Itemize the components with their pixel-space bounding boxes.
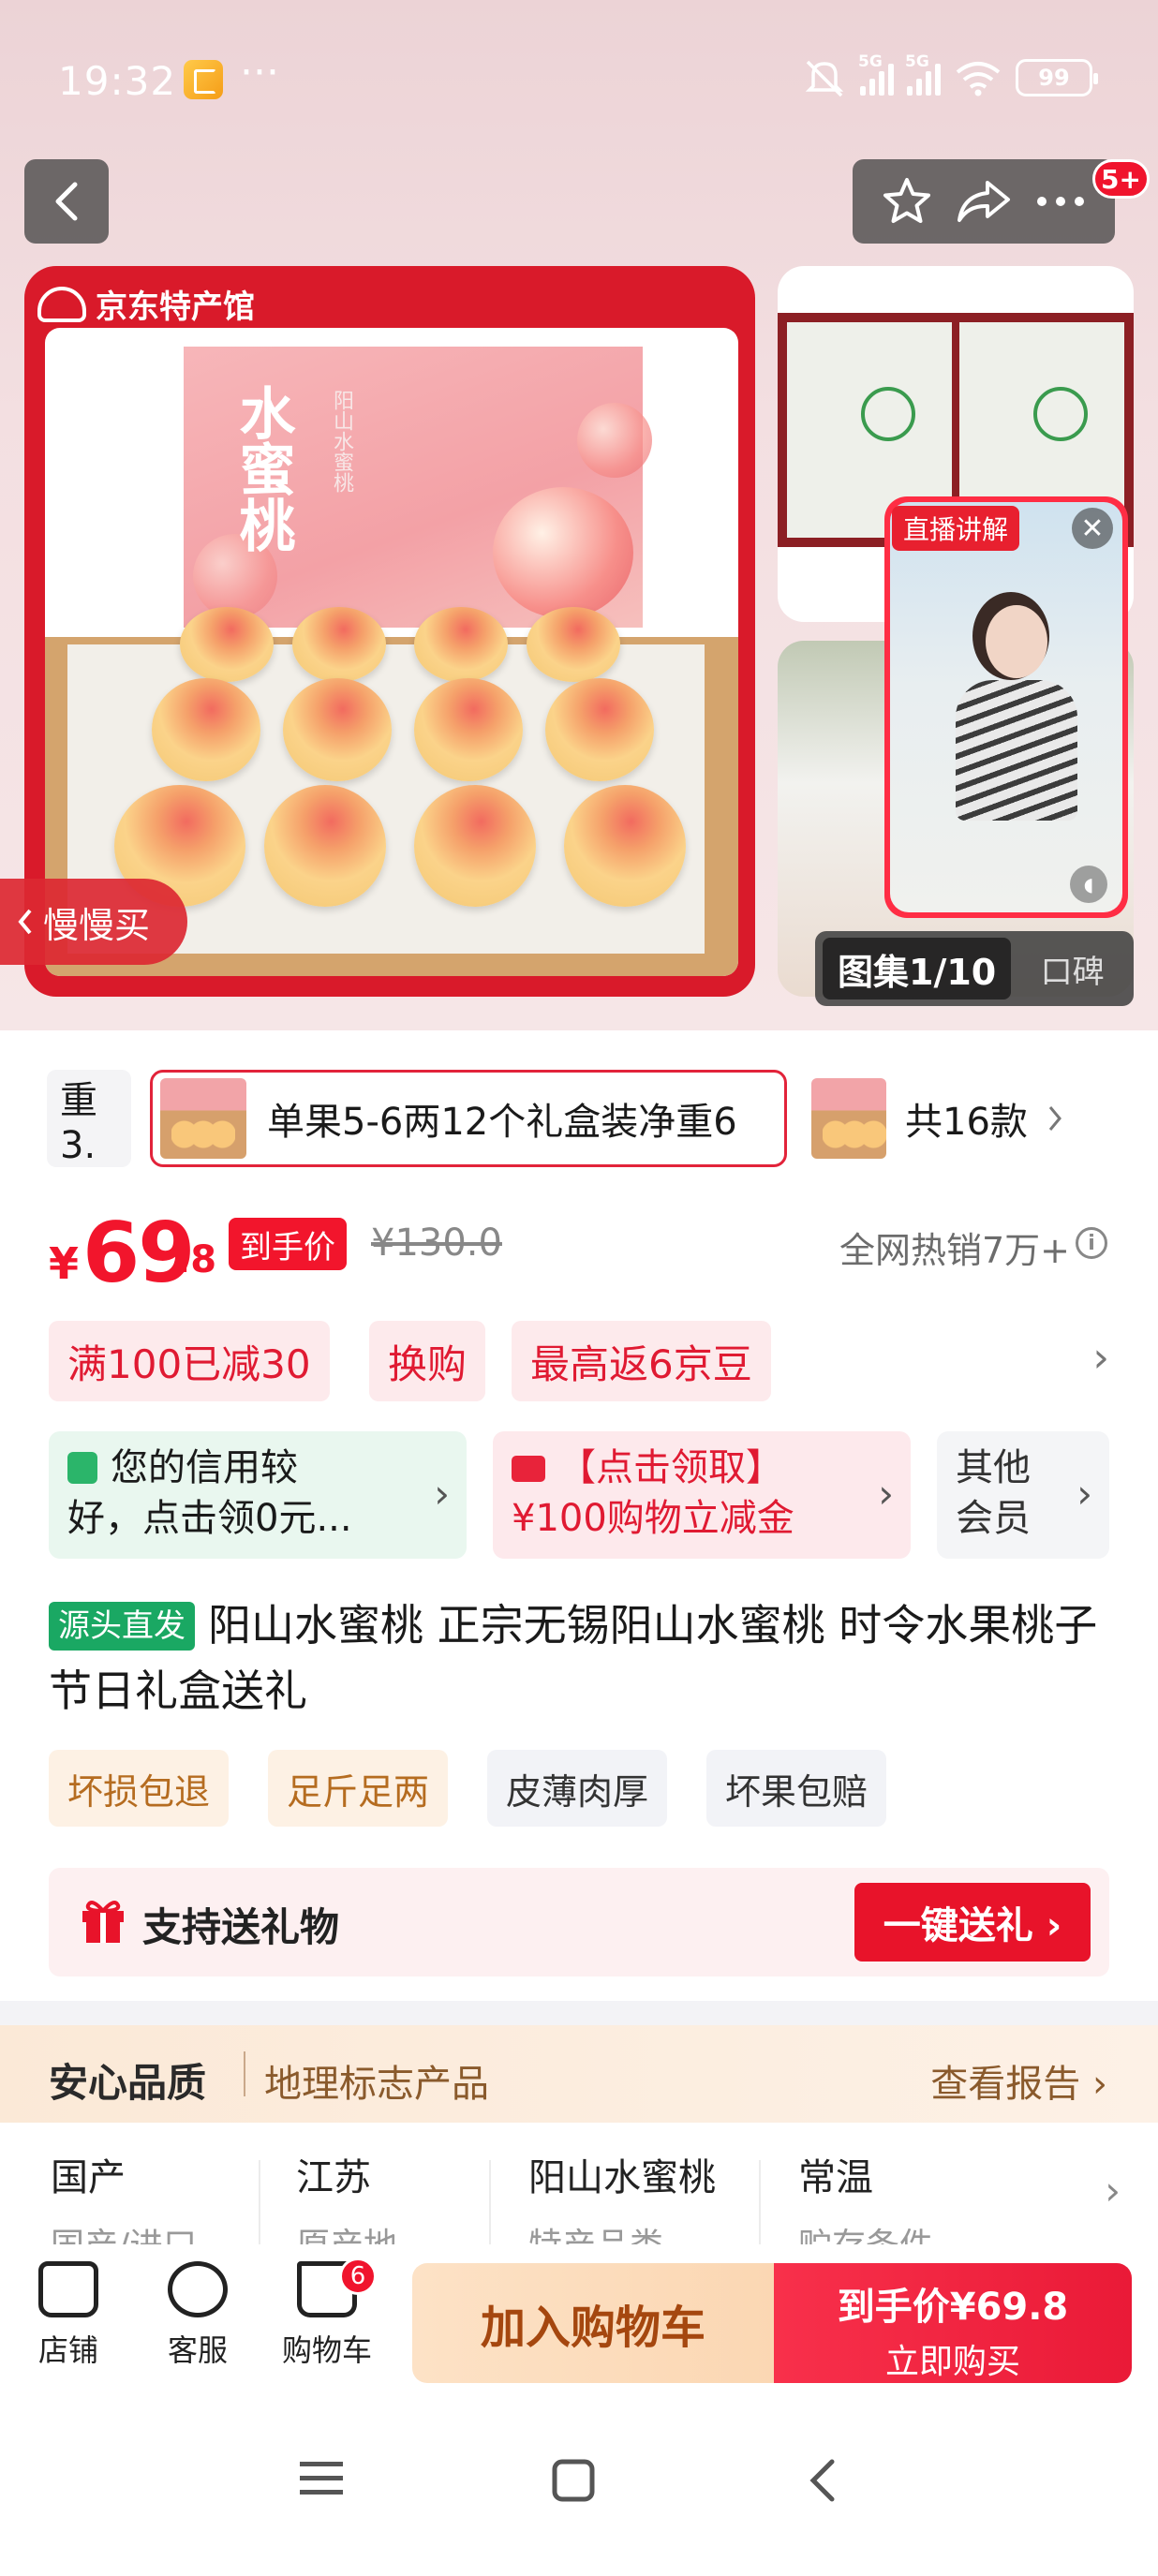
coupon-jd-beans[interactable]: 最高返6京豆 [512,1321,771,1401]
back-button[interactable] [24,159,109,244]
variant-selected[interactable]: 单果5-6两12个礼盒装净重6 [150,1070,787,1167]
chevron-right-icon: › [1105,2168,1121,2213]
section-divider [0,2001,1158,2025]
live-host [956,605,1077,821]
chevron-right-icon: › [1076,1471,1092,1517]
feature-tag: 皮薄肉厚 [487,1750,668,1827]
signal-icon-1: 5G [858,52,894,96]
spec-item: 江苏原产地 [296,2156,397,2244]
live-video[interactable] [890,502,1122,912]
feature-tag: 坏果包赔 [706,1750,887,1827]
mute-icon[interactable]: ◖ [1070,866,1107,903]
variant-thumbnail [811,1078,886,1159]
wifi-icon [956,62,1001,96]
more-menu-icon[interactable] [1034,192,1087,211]
share-icon[interactable] [956,177,1012,226]
chevron-right-icon[interactable]: › [1092,1334,1109,1382]
bottom-action-bar: 店铺 客服 购物车 6 加入购物车 到手价¥69.8 立即购买 [0,2244,1158,2389]
live-tag: 直播讲解 [892,506,1020,551]
box-subtitle: 阳山水蜜桃 [330,390,353,493]
price-currency: ¥ [49,1238,80,1289]
live-stream-window[interactable] [884,496,1128,918]
chevron-right-icon: › [878,1471,894,1517]
source-tag: 源头直发 [49,1602,195,1651]
variant-all[interactable]: 共16款 [811,1070,1121,1167]
view-report-link[interactable]: 查看报告 › [930,2053,1107,2108]
divider [244,2051,245,2096]
header-actions [853,159,1115,244]
jd-logo-icon [37,286,86,322]
info-icon[interactable]: i [1076,1227,1107,1259]
add-to-cart-button[interactable]: 加入购物车 [412,2263,774,2383]
shopping-bag-icon [67,1452,97,1484]
close-icon[interactable]: ✕ [1072,508,1113,549]
customer-service-button[interactable]: 客服 [146,2261,249,2370]
signal-icon-2: 5G [905,52,941,96]
send-gift-button[interactable]: 一键送礼 › [854,1883,1091,1962]
coupon-exchange[interactable]: 换购 [369,1321,486,1401]
favorite-star-icon[interactable] [881,175,933,228]
cart-count-badge: 6 [339,2258,377,2295]
member-promo-card[interactable]: 其他 会员 › [937,1431,1109,1559]
sales-count: 全网热销7万+ [839,1230,1070,1271]
mute-bell-icon [805,60,844,97]
divider [759,2160,761,2244]
box-title: 水蜜桃 [230,384,295,553]
spec-item: 常温贮存条件 [798,2156,933,2244]
gift-label: 支持送礼物 [142,1904,340,1950]
smile-service-icon [168,2261,228,2317]
cash-promo-card[interactable]: 【点击领取】 ¥100购物立减金 › [493,1431,911,1559]
feature-tag: 足斤足两 [268,1750,449,1827]
product-title: 源头直发 阳山水蜜桃 正宗无锡阳山水蜜桃 时令水果桃子 节日礼盒送礼 [49,1600,1098,1716]
store-icon [38,2261,98,2317]
gift-icon [82,1901,124,1943]
chevron-right-icon [1048,1106,1062,1131]
chevron-right-icon: › [434,1471,450,1517]
buy-now-button[interactable]: 到手价¥69.8 立即购买 [774,2263,1132,2383]
message-badge: 5+ [1092,159,1150,199]
slow-buy-tab[interactable]: 慢慢买 [0,879,187,965]
quality-title: 安心品质 [49,2060,207,2106]
divider [489,2160,491,2244]
spec-item: 国产国产/进口 [51,2156,197,2244]
price-decimal: .8 [176,1238,217,1281]
home-icon[interactable] [551,2458,596,2503]
coupon-discount[interactable]: 满100已减30 [49,1321,330,1401]
product-gallery-area: 19:32 ··· 5G 5G 99 5+ 京东特产馆 水蜜桃 阳山水蜜桃 慢慢… [0,0,1158,1030]
store-button[interactable]: 店铺 [17,2261,120,2370]
gift-row: 支持送礼物 一键送礼 › [49,1868,1109,1976]
final-price-tag: 到手价 [229,1218,347,1270]
price-row: ¥ 69 .8 到手价 ¥130.0 全网热销7万+ i [0,1205,1158,1317]
variant-selector: 重3. 单果5-6两12个礼盒装净重6 共16款 [0,1030,1158,1205]
gallery-count-tab[interactable]: 图集1/10 [823,938,1012,999]
recent-apps-icon[interactable] [298,2458,345,2499]
chevron-left-icon [18,909,32,935]
status-more: ··· [240,49,279,96]
battery-icon: 99 [1016,59,1098,96]
credit-promo-card[interactable]: 您的信用较 好，点击领0元... › [49,1431,467,1559]
spec-row[interactable]: 国产国产/进口 江苏原产地 阳山水蜜桃特产品类 常温贮存条件 › [0,2123,1158,2244]
status-time: 19:32 [58,58,177,104]
variant-previous[interactable]: 重3. [47,1070,131,1167]
original-price: ¥130.0 [371,1221,502,1265]
notification-note-icon [184,60,223,99]
divider [259,2160,260,2244]
quality-bar[interactable]: 安心品质 地理标志产品 查看报告 › [0,2025,1158,2123]
status-icons: 5G 5G 99 [802,52,1098,97]
chevron-left-icon [55,182,78,221]
system-navigation-bar [0,2389,1158,2576]
gallery-switcher: 图集1/10 口碑 [815,931,1134,1006]
store-logo: 京东特产馆 [37,281,255,327]
variant-thumbnail [160,1078,246,1159]
system-back-icon[interactable] [808,2458,838,2503]
review-tab[interactable]: 口碑 [1011,946,1134,992]
quality-subtitle: 地理标志产品 [264,2063,489,2106]
card-icon [512,1456,545,1482]
spec-item: 阳山水蜜桃特产品类 [528,2156,716,2244]
feature-tag: 坏损包退 [49,1750,230,1827]
